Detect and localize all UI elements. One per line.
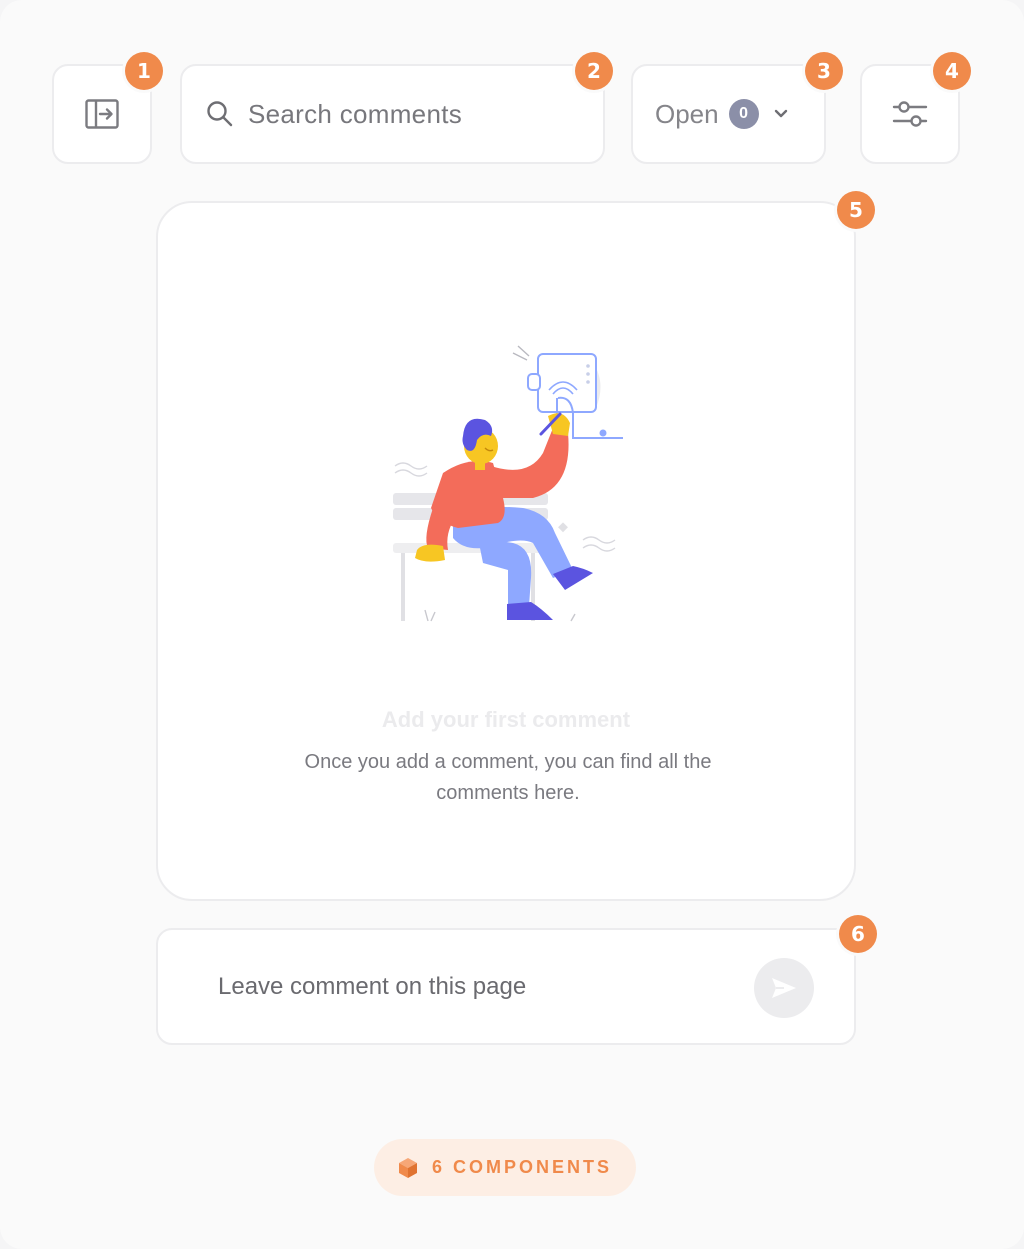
search-placeholder: Search comments <box>248 98 463 129</box>
chevron-down-icon <box>774 109 787 118</box>
components-count-label: 6 COMPONENTS <box>431 1157 613 1177</box>
callout-badge: 5 <box>837 191 875 229</box>
comment-composer[interactable]: Leave comment on this page <box>156 928 856 1045</box>
search-icon <box>207 101 233 127</box>
components-count-pill: 6 COMPONENTS <box>374 1139 636 1196</box>
callout-badge: 4 <box>933 52 971 90</box>
comment-input[interactable]: Leave comment on this page <box>218 930 526 1043</box>
search-input[interactable]: Search comments <box>180 64 605 164</box>
cube-icon <box>398 1157 417 1178</box>
callout-badge: 3 <box>805 52 843 90</box>
callout-badge: 6 <box>839 915 877 953</box>
empty-state-title: Add your first comment <box>381 707 631 732</box>
status-filter-label: Open <box>655 98 719 129</box>
sliders-icon <box>892 101 928 127</box>
person-on-bench-illustration <box>393 345 623 622</box>
send-icon <box>772 978 796 998</box>
callout-badge: 2 <box>575 52 613 90</box>
panel-collapse-icon <box>85 99 119 129</box>
send-button[interactable] <box>754 958 814 1018</box>
empty-state-description: Once you add a comment, you can find all… <box>304 751 712 804</box>
status-filter-dropdown[interactable]: Open 0 <box>631 64 826 164</box>
callout-badge: 1 <box>125 52 163 90</box>
comments-empty-state: Add your first comment Once you add a co… <box>156 201 856 901</box>
screen: 1 Search comments 2 Open 0 3 4 Add your … <box>0 0 1024 1249</box>
status-count-badge: 0 <box>728 99 759 129</box>
